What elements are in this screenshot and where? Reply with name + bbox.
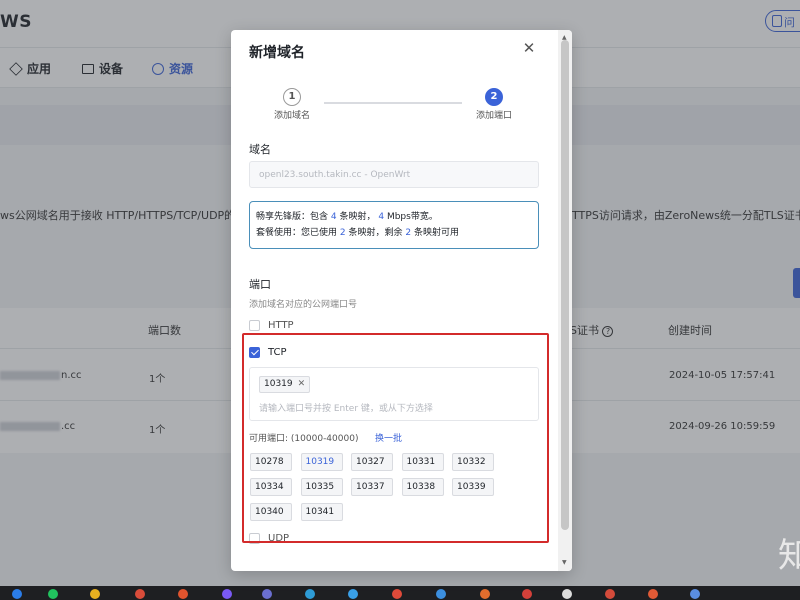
app-taskbar-icon[interactable] (305, 589, 315, 599)
port-option[interactable]: 10339 (452, 478, 494, 496)
app-taskbar-icon[interactable] (562, 589, 572, 599)
app-taskbar-icon[interactable] (392, 589, 402, 599)
scrollbar-thumb[interactable] (561, 40, 569, 530)
http-checkbox[interactable] (249, 320, 260, 331)
close-icon[interactable]: ✕ (521, 40, 537, 56)
port-option[interactable]: 10278 (250, 453, 292, 471)
protocol-tcp[interactable]: TCP (249, 347, 287, 358)
port-option[interactable]: 10335 (300, 478, 343, 496)
step-connector (324, 102, 462, 104)
protocol-http[interactable]: HTTP (249, 320, 294, 331)
domain-field: openl23.south.takin.cc - OpenWrt (249, 161, 539, 188)
port-input-box[interactable]: 10319 ✕ 请输入端口号并按 Enter 键，或从下方选择 (249, 367, 539, 421)
tcp-checkbox[interactable] (249, 347, 260, 358)
app-taskbar-icon[interactable] (135, 589, 145, 599)
port-option[interactable]: 10327 (351, 453, 393, 471)
scroll-down-icon[interactable]: ▼ (562, 559, 567, 566)
app-taskbar-icon[interactable] (648, 589, 658, 599)
plan-line-2: 套餐使用：您已使用 2 条映射，剩余 2 条映射可用 (256, 228, 459, 238)
modal-title: 新增域名 (249, 45, 305, 61)
port-option[interactable]: 10341 (300, 503, 343, 521)
port-option[interactable]: 10340 (250, 503, 292, 521)
app-taskbar-icon[interactable] (48, 589, 58, 599)
port-input-placeholder: 请输入端口号并按 Enter 键，或从下方选择 (259, 404, 433, 414)
watermark: 知 (778, 536, 800, 576)
port-option[interactable]: 10319 (300, 453, 343, 471)
plan-line-1: 畅享先锋版：包含 4 条映射， 4 Mbps带宽。 (256, 212, 438, 222)
port-option[interactable]: 10337 (351, 478, 393, 496)
domain-label: 域名 (249, 143, 271, 156)
app-taskbar-icon[interactable] (262, 589, 272, 599)
available-ports-label: 可用端口: (10000-40000) (249, 434, 359, 444)
add-domain-modal: 新增域名 ✕ 1 添加域名 2 添加端口 域名 openl23.south.ta… (231, 30, 572, 571)
port-option[interactable]: 10338 (401, 478, 444, 496)
app-taskbar-icon[interactable] (436, 589, 446, 599)
port-option[interactable]: 10334 (250, 478, 292, 496)
protocol-udp[interactable]: UDP (249, 533, 289, 544)
app-taskbar-icon[interactable] (178, 589, 188, 599)
app-taskbar-icon[interactable] (12, 589, 22, 599)
app-taskbar-icon[interactable] (222, 589, 232, 599)
app-taskbar-icon[interactable] (690, 589, 700, 599)
ports-label: 端口 (249, 278, 271, 291)
port-option[interactable]: 10332 (452, 453, 494, 471)
app-taskbar-icon[interactable] (90, 589, 100, 599)
plan-info-box: 畅享先锋版：包含 4 条映射， 4 Mbps带宽。 套餐使用：您已使用 2 条映… (249, 201, 539, 249)
step-add-port: 2 添加端口 (459, 88, 529, 121)
app-taskbar-icon[interactable] (348, 589, 358, 599)
step-add-domain: 1 添加域名 (257, 88, 327, 121)
udp-checkbox[interactable] (249, 533, 260, 544)
ports-hint: 添加域名对应的公网端口号 (249, 300, 358, 310)
app-taskbar-icon[interactable] (480, 589, 490, 599)
port-tag: 10319 ✕ (259, 376, 311, 393)
port-option[interactable]: 10331 (401, 453, 444, 471)
refresh-ports-link[interactable]: 换一批 (375, 431, 402, 444)
app-taskbar-icon[interactable] (522, 589, 532, 599)
app-taskbar-icon[interactable] (605, 589, 615, 599)
remove-tag-icon[interactable]: ✕ (298, 379, 306, 392)
